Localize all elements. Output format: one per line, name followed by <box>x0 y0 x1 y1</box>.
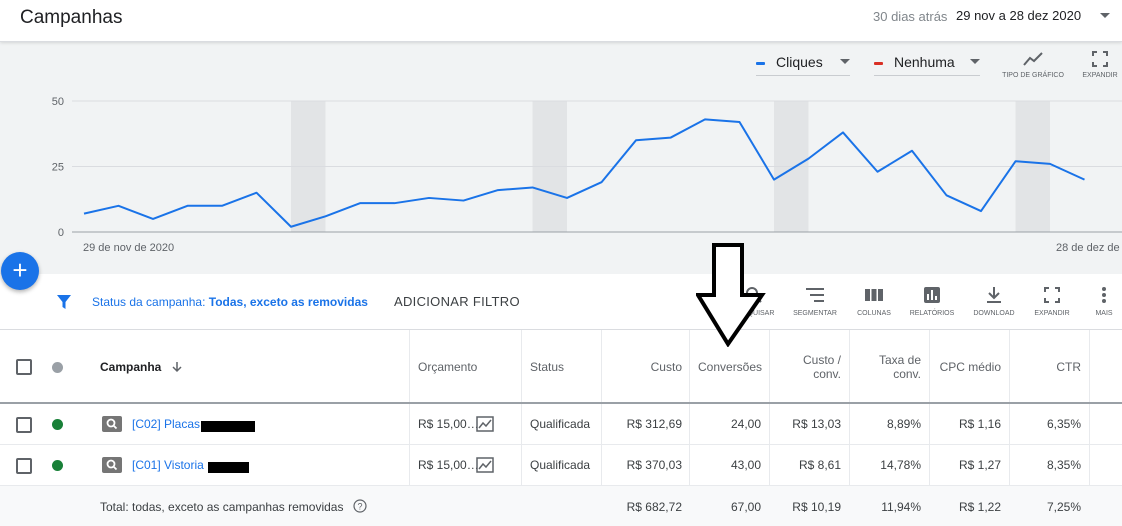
table-row[interactable]: [C01] Vistoria R$ 15,00… Qualificada R$ … <box>0 445 1122 486</box>
expand-table-button[interactable]: EXPANDIR <box>1022 286 1082 317</box>
cost-header[interactable]: Custo <box>601 360 682 374</box>
redaction-bar <box>208 462 249 473</box>
top-bar: Campanhas 30 dias atrás 29 nov a 28 dez … <box>0 0 1122 42</box>
cost-value: R$ 312,69 <box>626 417 682 431</box>
enabled-status-dot[interactable] <box>52 419 63 430</box>
filter-icon[interactable] <box>56 294 72 310</box>
campaign-name-link[interactable]: [C01] Vistoria <box>132 458 204 472</box>
status-value: Qualificada <box>530 458 591 472</box>
budget-value[interactable]: R$ 15,00… <box>418 417 479 431</box>
budget-header[interactable]: Orçamento <box>418 360 477 374</box>
conv-rate-header[interactable]: Taxa de conv. <box>849 353 921 381</box>
svg-text:?: ? <box>357 502 362 512</box>
search-campaign-icon <box>102 416 122 432</box>
row-checkbox[interactable] <box>16 458 32 474</box>
more-vert-icon <box>1102 287 1106 303</box>
total-ctr: 7,25% <box>1046 500 1081 514</box>
conversions-header[interactable]: Conversões <box>698 360 762 374</box>
active-filter-chip[interactable]: Status da campanha: Todas, exceto as rem… <box>92 295 368 309</box>
more-label: MAIS <box>1095 310 1113 317</box>
total-row: Total: todas, exceto as campanhas removi… <box>0 486 1122 526</box>
row-checkbox[interactable] <box>16 417 32 433</box>
filter-value: Todas, exceto as removidas <box>208 295 368 309</box>
sort-down-icon <box>172 362 182 373</box>
columns-button[interactable]: COLUNAS <box>844 286 904 317</box>
search-campaign-icon <box>102 457 122 473</box>
download-button[interactable]: DOWNLOAD <box>964 286 1024 317</box>
cost-per-conv-header-line2: conv. <box>813 367 841 381</box>
columns-icon <box>865 289 883 301</box>
campaign-name-link[interactable]: [C02] Placas <box>132 417 200 431</box>
conversions-value: 24,00 <box>730 417 761 431</box>
date-range-picker[interactable]: 29 nov a 28 dez 2020 <box>956 8 1081 23</box>
campaign-header[interactable]: Campanha <box>100 360 183 374</box>
table-header: Campanha Orçamento Status Custo Conversõ… <box>0 330 1122 404</box>
page-title: Campanhas <box>20 7 123 28</box>
conv-rate-value: 14,78% <box>880 458 921 472</box>
filter-bar: Status da campanha: Todas, exceto as rem… <box>0 274 1122 330</box>
fullscreen-icon <box>1044 287 1060 303</box>
conversions-value: 43,00 <box>730 458 761 472</box>
date-range-hint: 30 dias atrás <box>873 9 948 24</box>
filter-prefix: Status da campanha: <box>92 295 206 309</box>
status-value: Qualificada <box>530 417 591 431</box>
cost-per-conv-value: R$ 8,61 <box>798 458 841 472</box>
ctr-header[interactable]: CTR <box>1009 360 1081 374</box>
y-tick-label: 50 <box>52 96 64 108</box>
clicks-line-chart: 50 25 0 29 de nov de 2020 28 de dez de 202… <box>52 96 1122 254</box>
total-cost: R$ 682,72 <box>626 500 682 514</box>
budget-trend-icon[interactable] <box>476 457 494 473</box>
redaction-bar <box>201 421 255 432</box>
x-axis-start-label: 29 de nov de 2020 <box>83 242 174 254</box>
down-arrow-annotation <box>696 243 766 347</box>
help-icon[interactable]: ? <box>353 499 367 513</box>
budget-value[interactable]: R$ 15,00… <box>418 458 479 472</box>
add-filter-button[interactable]: ADICIONAR FILTRO <box>394 294 520 309</box>
avg-cpc-header[interactable]: CPC médio <box>929 360 1001 374</box>
download-label: DOWNLOAD <box>973 310 1015 317</box>
clicks-series-line <box>83 118 1085 228</box>
campaign-header-label: Campanha <box>100 360 162 374</box>
reports-icon <box>924 287 940 303</box>
add-campaign-button[interactable]: + <box>1 252 39 290</box>
total-label: Total: todas, exceto as campanhas removi… <box>100 500 344 514</box>
segment-label: SEGMENTAR <box>793 310 837 317</box>
ctr-value: 8,35% <box>1046 458 1081 472</box>
status-header-dot <box>52 362 63 373</box>
enabled-status-dot[interactable] <box>52 460 63 471</box>
select-all-checkbox[interactable] <box>16 359 32 375</box>
total-avg-cpc: R$ 1,22 <box>958 500 1001 514</box>
download-icon <box>987 287 1001 303</box>
avg-cpc-value: R$ 1,27 <box>958 458 1001 472</box>
conv-rate-header-line1: Taxa de <box>878 353 921 367</box>
cost-per-conv-header-line1: Custo / <box>802 353 841 367</box>
chevron-down-icon[interactable] <box>1100 13 1110 18</box>
more-button[interactable]: MAIS <box>1074 286 1122 317</box>
cost-value: R$ 370,03 <box>626 458 682 472</box>
budget-trend-icon[interactable] <box>476 416 494 432</box>
total-conversions: 67,00 <box>730 500 761 514</box>
expand-table-label: EXPANDIR <box>1034 310 1070 317</box>
segment-button[interactable]: SEGMENTAR <box>785 286 845 317</box>
cost-per-conv-header[interactable]: Custo / conv. <box>769 353 841 381</box>
reports-label: RELATÓRIOS <box>909 310 955 317</box>
conv-rate-header-line2: conv. <box>893 367 921 381</box>
status-header[interactable]: Status <box>530 360 564 374</box>
avg-cpc-value: R$ 1,16 <box>958 417 1001 431</box>
columns-label: COLUNAS <box>857 310 891 317</box>
segment-icon <box>806 288 824 302</box>
ctr-value: 6,35% <box>1046 417 1081 431</box>
total-conv-rate: 11,94% <box>881 500 921 514</box>
conv-rate-value: 8,89% <box>886 417 921 431</box>
total-cost-per-conv: R$ 10,19 <box>792 500 841 514</box>
y-tick-label: 0 <box>58 227 64 239</box>
cost-per-conv-value: R$ 13,03 <box>792 417 841 431</box>
x-axis-end-label: 28 de dez de 2020 <box>1056 242 1122 254</box>
y-tick-label: 25 <box>52 162 64 174</box>
reports-button[interactable]: RELATÓRIOS <box>902 286 962 317</box>
table-row[interactable]: [C02] Placas R$ 15,00… Qualificada R$ 31… <box>0 404 1122 445</box>
